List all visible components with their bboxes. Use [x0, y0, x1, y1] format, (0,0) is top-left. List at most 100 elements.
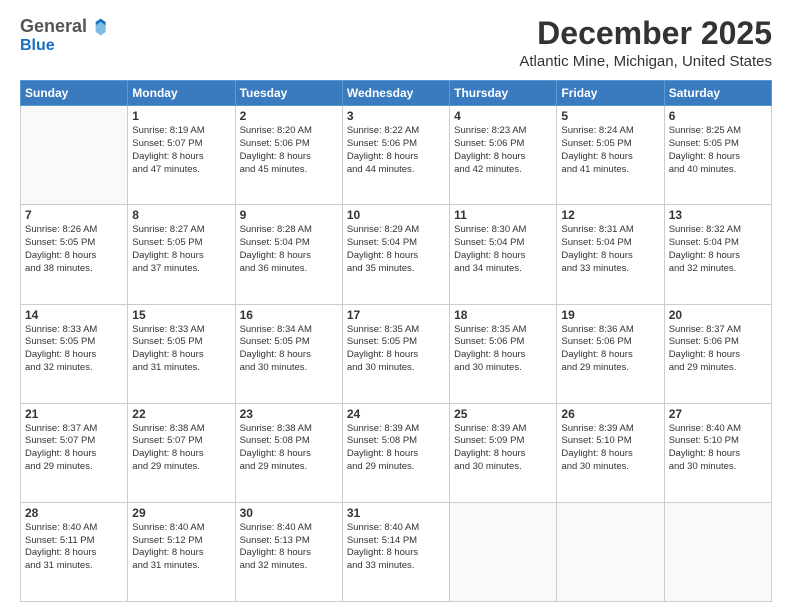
day-info: Sunrise: 8:40 AM Sunset: 5:13 PM Dayligh…: [240, 522, 338, 573]
day-number: 21: [25, 407, 123, 421]
calendar-cell: 19 Sunrise: 8:36 AM Sunset: 5:06 PM Dayli…: [557, 304, 664, 403]
calendar-table: SundayMondayTuesdayWednesdayThursdayFrid…: [20, 80, 772, 602]
day-info: Sunrise: 8:30 AM Sunset: 5:04 PM Dayligh…: [454, 224, 552, 275]
day-number: 8: [132, 208, 230, 222]
day-header-sunday: Sunday: [21, 81, 128, 106]
calendar-cell: 16 Sunrise: 8:34 AM Sunset: 5:05 PM Dayli…: [235, 304, 342, 403]
title-block: December 2025 Atlantic Mine, Michigan, U…: [519, 16, 772, 70]
day-info: Sunrise: 8:22 AM Sunset: 5:06 PM Dayligh…: [347, 125, 445, 176]
day-info: Sunrise: 8:33 AM Sunset: 5:05 PM Dayligh…: [132, 324, 230, 375]
day-number: 18: [454, 308, 552, 322]
day-number: 29: [132, 506, 230, 520]
calendar-header-row: SundayMondayTuesdayWednesdayThursdayFrid…: [21, 81, 772, 106]
day-info: Sunrise: 8:20 AM Sunset: 5:06 PM Dayligh…: [240, 125, 338, 176]
logo-general: General: [20, 16, 87, 37]
day-info: Sunrise: 8:33 AM Sunset: 5:05 PM Dayligh…: [25, 324, 123, 375]
day-info: Sunrise: 8:36 AM Sunset: 5:06 PM Dayligh…: [561, 324, 659, 375]
day-number: 25: [454, 407, 552, 421]
day-info: Sunrise: 8:28 AM Sunset: 5:04 PM Dayligh…: [240, 224, 338, 275]
calendar-cell: 24 Sunrise: 8:39 AM Sunset: 5:08 PM Dayli…: [342, 403, 449, 502]
location-title: Atlantic Mine, Michigan, United States: [519, 53, 772, 70]
calendar-cell: [21, 106, 128, 205]
calendar-cell: 8 Sunrise: 8:27 AM Sunset: 5:05 PM Daylig…: [128, 205, 235, 304]
day-number: 1: [132, 109, 230, 123]
day-header-thursday: Thursday: [450, 81, 557, 106]
day-info: Sunrise: 8:37 AM Sunset: 5:06 PM Dayligh…: [669, 324, 767, 375]
month-title: December 2025: [519, 16, 772, 51]
calendar-cell: 7 Sunrise: 8:26 AM Sunset: 5:05 PM Daylig…: [21, 205, 128, 304]
day-number: 4: [454, 109, 552, 123]
day-header-wednesday: Wednesday: [342, 81, 449, 106]
day-info: Sunrise: 8:39 AM Sunset: 5:10 PM Dayligh…: [561, 423, 659, 474]
day-info: Sunrise: 8:34 AM Sunset: 5:05 PM Dayligh…: [240, 324, 338, 375]
calendar-cell: 10Sunrise: 8:29 AM Sunset: 5:04 PM Dayli…: [342, 205, 449, 304]
day-number: 2: [240, 109, 338, 123]
calendar-cell: 6Sunrise: 8:25 AM Sunset: 5:05 PM Daylig…: [664, 106, 771, 205]
day-number: 13: [669, 208, 767, 222]
day-number: 15: [132, 308, 230, 322]
calendar-cell: 29 Sunrise: 8:40 AM Sunset: 5:12 PM Dayli…: [128, 502, 235, 601]
calendar-cell: 27 Sunrise: 8:40 AM Sunset: 5:10 PM Dayli…: [664, 403, 771, 502]
calendar-week-row: 1 Sunrise: 8:19 AM Sunset: 5:07 PM Daylig…: [21, 106, 772, 205]
day-info: Sunrise: 8:35 AM Sunset: 5:06 PM Dayligh…: [454, 324, 552, 375]
calendar-cell: 21 Sunrise: 8:37 AM Sunset: 5:07 PM Dayli…: [21, 403, 128, 502]
logo-text: General: [20, 16, 109, 37]
calendar-cell: 17Sunrise: 8:35 AM Sunset: 5:05 PM Dayli…: [342, 304, 449, 403]
calendar-cell: 13 Sunrise: 8:32 AM Sunset: 5:04 PM Dayli…: [664, 205, 771, 304]
day-number: 11: [454, 208, 552, 222]
day-number: 5: [561, 109, 659, 123]
day-header-monday: Monday: [128, 81, 235, 106]
day-info: Sunrise: 8:39 AM Sunset: 5:09 PM Dayligh…: [454, 423, 552, 474]
calendar-week-row: 28Sunrise: 8:40 AM Sunset: 5:11 PM Dayli…: [21, 502, 772, 601]
calendar-cell: 22Sunrise: 8:38 AM Sunset: 5:07 PM Dayli…: [128, 403, 235, 502]
calendar-cell: 30 Sunrise: 8:40 AM Sunset: 5:13 PM Dayli…: [235, 502, 342, 601]
calendar-cell: [664, 502, 771, 601]
day-number: 10: [347, 208, 445, 222]
day-number: 26: [561, 407, 659, 421]
calendar-cell: 28Sunrise: 8:40 AM Sunset: 5:11 PM Dayli…: [21, 502, 128, 601]
calendar-cell: [557, 502, 664, 601]
day-info: Sunrise: 8:40 AM Sunset: 5:12 PM Dayligh…: [132, 522, 230, 573]
calendar-cell: 1 Sunrise: 8:19 AM Sunset: 5:07 PM Daylig…: [128, 106, 235, 205]
day-number: 31: [347, 506, 445, 520]
calendar-cell: 11 Sunrise: 8:30 AM Sunset: 5:04 PM Dayli…: [450, 205, 557, 304]
day-number: 19: [561, 308, 659, 322]
day-info: Sunrise: 8:26 AM Sunset: 5:05 PM Dayligh…: [25, 224, 123, 275]
day-info: Sunrise: 8:31 AM Sunset: 5:04 PM Dayligh…: [561, 224, 659, 275]
day-info: Sunrise: 8:35 AM Sunset: 5:05 PM Dayligh…: [347, 324, 445, 375]
calendar-cell: 4 Sunrise: 8:23 AM Sunset: 5:06 PM Daylig…: [450, 106, 557, 205]
day-info: Sunrise: 8:39 AM Sunset: 5:08 PM Dayligh…: [347, 423, 445, 474]
calendar-week-row: 14 Sunrise: 8:33 AM Sunset: 5:05 PM Dayli…: [21, 304, 772, 403]
day-number: 14: [25, 308, 123, 322]
day-info: Sunrise: 8:27 AM Sunset: 5:05 PM Dayligh…: [132, 224, 230, 275]
day-info: Sunrise: 8:40 AM Sunset: 5:10 PM Dayligh…: [669, 423, 767, 474]
day-info: Sunrise: 8:32 AM Sunset: 5:04 PM Dayligh…: [669, 224, 767, 275]
logo-blue-text: Blue: [20, 37, 55, 55]
day-number: 24: [347, 407, 445, 421]
day-number: 20: [669, 308, 767, 322]
day-number: 28: [25, 506, 123, 520]
day-number: 30: [240, 506, 338, 520]
day-info: Sunrise: 8:38 AM Sunset: 5:08 PM Dayligh…: [240, 423, 338, 474]
logo-icon: [89, 17, 109, 37]
logo-blue: Blue: [20, 37, 55, 54]
calendar-cell: 20 Sunrise: 8:37 AM Sunset: 5:06 PM Dayli…: [664, 304, 771, 403]
day-number: 16: [240, 308, 338, 322]
day-info: Sunrise: 8:25 AM Sunset: 5:05 PM Dayligh…: [669, 125, 767, 176]
calendar-cell: 25 Sunrise: 8:39 AM Sunset: 5:09 PM Dayli…: [450, 403, 557, 502]
day-number: 12: [561, 208, 659, 222]
day-info: Sunrise: 8:23 AM Sunset: 5:06 PM Dayligh…: [454, 125, 552, 176]
calendar-cell: 15 Sunrise: 8:33 AM Sunset: 5:05 PM Dayli…: [128, 304, 235, 403]
day-info: Sunrise: 8:37 AM Sunset: 5:07 PM Dayligh…: [25, 423, 123, 474]
day-number: 27: [669, 407, 767, 421]
day-info: Sunrise: 8:38 AM Sunset: 5:07 PM Dayligh…: [132, 423, 230, 474]
calendar-cell: 3 Sunrise: 8:22 AM Sunset: 5:06 PM Daylig…: [342, 106, 449, 205]
day-number: 9: [240, 208, 338, 222]
day-number: 3: [347, 109, 445, 123]
calendar-cell: 23 Sunrise: 8:38 AM Sunset: 5:08 PM Dayli…: [235, 403, 342, 502]
calendar-cell: [450, 502, 557, 601]
page: General Blue December 2025 Atlantic Mine…: [0, 0, 792, 612]
day-info: Sunrise: 8:19 AM Sunset: 5:07 PM Dayligh…: [132, 125, 230, 176]
day-number: 23: [240, 407, 338, 421]
day-number: 7: [25, 208, 123, 222]
